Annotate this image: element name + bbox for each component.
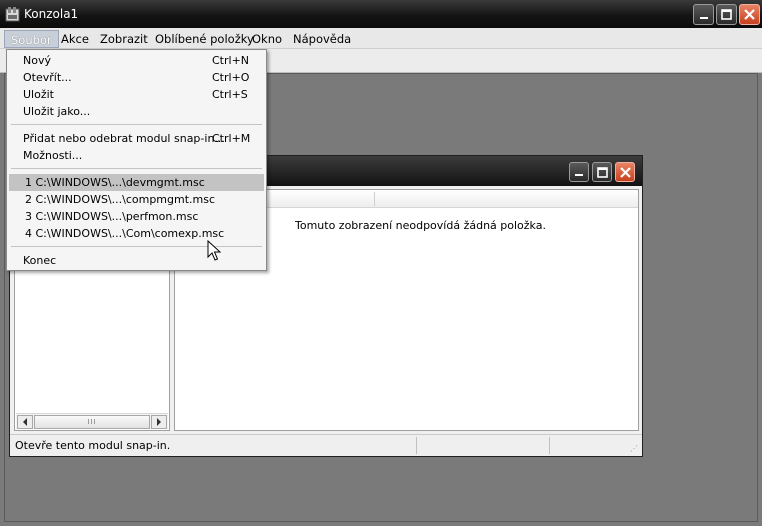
menu-item-label: Uložit jako...	[23, 105, 91, 118]
column-separator[interactable]	[374, 192, 375, 206]
menu-soubor[interactable]: Soubor	[4, 30, 59, 48]
minimize-icon	[699, 16, 708, 19]
menu-item-shortcut: Ctrl+O	[212, 71, 250, 84]
resize-grip[interactable]: ⋰	[630, 444, 638, 453]
close-icon	[744, 9, 755, 20]
child-maximize-button[interactable]	[592, 162, 612, 182]
menu-bar: Soubor Akce Zobrazit Oblíbené položky Ok…	[0, 28, 762, 49]
menu-item-label: 3 C:\WINDOWS\...\perfmon.msc	[25, 210, 199, 223]
menu-item-shortcut: Ctrl+S	[212, 88, 248, 101]
status-separator	[549, 437, 550, 454]
menu-item-label: 1 C:\WINDOWS\...\devmgmt.msc	[25, 176, 205, 189]
file-menu-dropdown: Nový Ctrl+N Otevřít... Ctrl+O Uložit Ctr…	[6, 49, 267, 271]
menu-item-recent-2[interactable]: 2 C:\WINDOWS\...\compmgmt.msc	[9, 191, 264, 208]
menu-item-add-snapin[interactable]: Přidat nebo odebrat modul snap-in... Ctr…	[9, 130, 264, 147]
scroll-left-button[interactable]	[17, 415, 33, 429]
menu-item-label: 2 C:\WINDOWS\...\compmgmt.msc	[25, 193, 216, 206]
menu-separator	[11, 124, 262, 125]
scroll-right-icon	[157, 418, 161, 426]
menu-item-label: 4 C:\WINDOWS\...\Com\comexp.msc	[25, 227, 225, 240]
menu-item-recent-1[interactable]: 1 C:\WINDOWS\...\devmgmt.msc	[9, 174, 264, 191]
scroll-right-button[interactable]	[151, 415, 167, 429]
scroll-thumb[interactable]: III	[34, 415, 150, 429]
menu-separator	[11, 246, 262, 247]
empty-view-message: Tomuto zobrazení neodpovídá žádná položk…	[295, 219, 546, 232]
menu-item-shortcut: Ctrl+N	[212, 54, 250, 67]
menu-akce[interactable]: Akce	[55, 30, 95, 48]
maximize-icon	[596, 166, 608, 178]
status-separator	[416, 437, 417, 454]
menu-item-novy[interactable]: Nový Ctrl+N	[9, 52, 264, 69]
menu-item-label: Konec	[23, 254, 57, 267]
menu-zobrazit[interactable]: Zobrazit	[94, 30, 154, 48]
menu-item-label: Otevřít...	[23, 71, 72, 84]
menu-item-ulozit[interactable]: Uložit Ctrl+S	[9, 86, 264, 103]
child-close-button[interactable]	[615, 162, 635, 182]
menu-okno[interactable]: Okno	[246, 30, 288, 48]
menu-item-ulozit-jako[interactable]: Uložit jako...	[9, 103, 264, 120]
child-minimize-button[interactable]	[569, 162, 589, 182]
menu-item-shortcut: Ctrl+M	[212, 132, 251, 145]
minimize-icon	[575, 174, 583, 176]
menu-separator	[11, 168, 262, 169]
mouse-cursor-icon	[207, 240, 221, 261]
close-button[interactable]	[739, 4, 760, 25]
status-bar: Otevře tento modul snap-in. ⋰	[10, 434, 642, 456]
menu-item-konec[interactable]: Konec	[9, 252, 264, 269]
menu-napoveda[interactable]: Nápověda	[287, 30, 357, 48]
close-icon	[619, 166, 631, 178]
horizontal-scrollbar[interactable]: III	[16, 413, 168, 429]
maximize-icon	[721, 9, 732, 20]
menu-item-moznosti[interactable]: Možnosti...	[9, 147, 264, 164]
scroll-left-icon	[23, 418, 27, 426]
menu-item-recent-4[interactable]: 4 C:\WINDOWS\...\Com\comexp.msc	[9, 225, 264, 242]
menu-item-label: Uložit	[23, 88, 54, 101]
minimize-button[interactable]	[693, 4, 714, 25]
menu-item-recent-3[interactable]: 3 C:\WINDOWS\...\perfmon.msc	[9, 208, 264, 225]
title-bar: Konzola1	[0, 0, 762, 28]
menu-oblibene[interactable]: Oblíbené položky	[149, 30, 260, 48]
menu-item-label: Nový	[23, 54, 51, 67]
menu-item-label: Možnosti...	[23, 149, 83, 162]
status-text: Otevře tento modul snap-in.	[15, 439, 171, 452]
app-icon	[5, 7, 20, 22]
maximize-button[interactable]	[716, 4, 737, 25]
menu-item-otevrit[interactable]: Otevřít... Ctrl+O	[9, 69, 264, 86]
menu-item-label: Přidat nebo odebrat modul snap-in...	[23, 132, 225, 145]
window-title: Konzola1	[24, 7, 79, 21]
